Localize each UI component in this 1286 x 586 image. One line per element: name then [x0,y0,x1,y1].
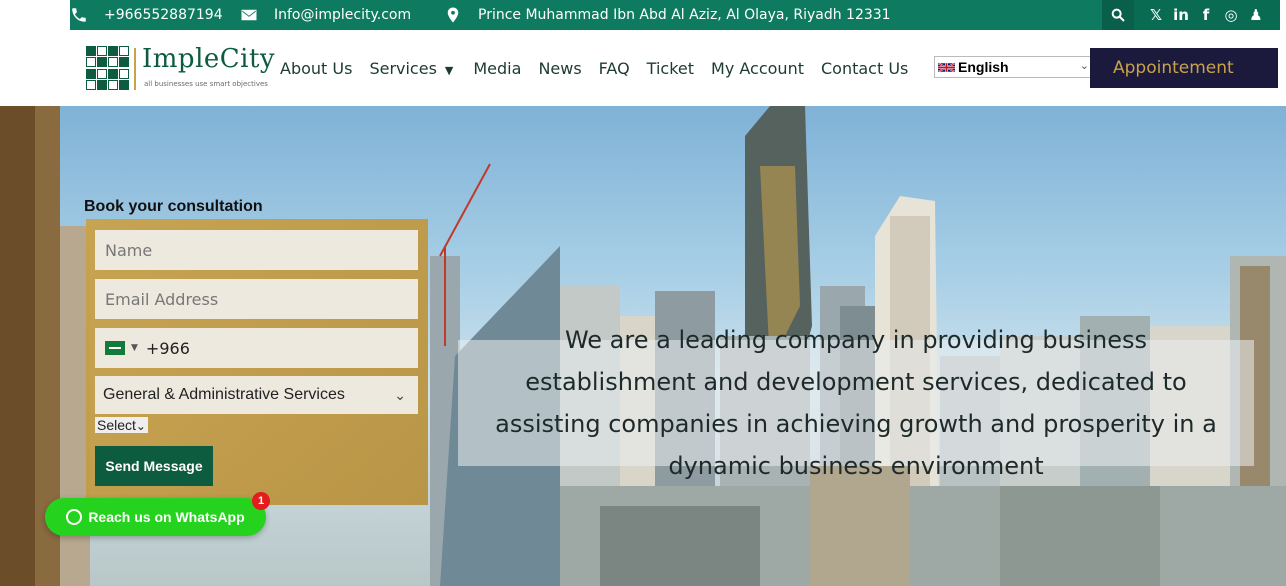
chevron-down-icon: ⌄ [1079,60,1089,72]
x-icon[interactable]: 𝕏 [1148,6,1164,24]
logo-separator [134,48,136,90]
caret-down-icon: ▼ [444,63,454,77]
phone-input[interactable]: ▼ +966 [95,328,418,368]
nav-my-account[interactable]: My Account [711,59,804,78]
top-info-bar: +966552887194 Info@implecity.com Prince … [70,0,1280,30]
search-icon [1111,8,1125,22]
language-select[interactable]: English ⌄ [934,56,1096,78]
snapchat-icon[interactable]: ♟ [1248,6,1264,24]
country-caret-icon[interactable]: ▼ [131,343,138,353]
whatsapp-button[interactable]: Reach us on WhatsApp 1 [45,492,270,536]
chevron-down-icon: ⌄ [135,419,146,433]
nav-about-us[interactable]: About Us [280,59,352,78]
nav-services[interactable]: Services ▼ [369,59,453,78]
select-label: Select [97,417,136,433]
saudi-flag-icon [105,341,125,355]
phone-contact[interactable]: +966552887194 [70,0,223,30]
nav-faq[interactable]: FAQ [599,59,630,78]
form-title: Book your consultation [84,198,263,215]
appointment-button[interactable]: Appointement [1090,48,1278,88]
logo-grid-icon [86,46,130,90]
facebook-icon[interactable]: f [1198,6,1214,24]
name-input[interactable]: Name [95,230,418,270]
nav-news[interactable]: News [538,59,581,78]
instagram-icon[interactable]: ◎ [1223,6,1239,24]
logo-tagline: all businesses use smart objectives [144,80,268,88]
whatsapp-icon [66,509,83,525]
phone-icon [72,8,86,22]
nav-services-label: Services [369,58,437,78]
secondary-select[interactable]: Select⌄ [95,417,148,433]
email-input[interactable]: Email Address [95,279,418,319]
envelope-icon [241,9,257,21]
service-value: General & Administrative Services [103,386,345,403]
send-message-button[interactable]: Send Message [95,446,213,486]
linkedin-icon[interactable]: in [1173,6,1189,24]
nav-media[interactable]: Media [473,59,521,78]
nav-contact-us[interactable]: Contact Us [821,59,908,78]
social-links: 𝕏 in f ◎ ♟ [1148,0,1264,30]
service-select[interactable]: General & Administrative Services ⌄ [95,376,418,414]
email-placeholder: Email Address [105,289,219,309]
chevron-down-icon: ⌄ [394,386,406,403]
language-label: English [958,59,1009,75]
phone-code: +966 [145,338,190,358]
address-text: Prince Muhammad Ibn Abd Al Aziz, Al Olay… [478,7,891,23]
notification-badge: 1 [252,492,270,510]
site-logo[interactable]: ImpleCity all businesses use smart objec… [86,44,275,92]
hero-tagline: We are a leading company in providing bu… [495,326,1217,480]
uk-flag-icon [938,61,955,73]
email-contact[interactable]: Info@implecity.com [240,0,411,30]
map-pin-icon [447,7,459,23]
logo-name: ImpleCity [142,44,276,74]
name-placeholder: Name [105,240,153,260]
nav-ticket[interactable]: Ticket [647,59,694,78]
email-address: Info@implecity.com [274,7,412,23]
main-nav: About Us Services ▼ Media News FAQ Ticket… [280,30,925,106]
search-button[interactable] [1102,0,1134,30]
phone-number: +966552887194 [104,7,223,23]
site-header: ImpleCity all businesses use smart objec… [0,30,1286,106]
address-contact: Prince Muhammad Ibn Abd Al Aziz, Al Olay… [444,0,891,30]
whatsapp-label: Reach us on WhatsApp [88,509,245,525]
hero-tagline-box: We are a leading company in providing bu… [458,326,1254,480]
